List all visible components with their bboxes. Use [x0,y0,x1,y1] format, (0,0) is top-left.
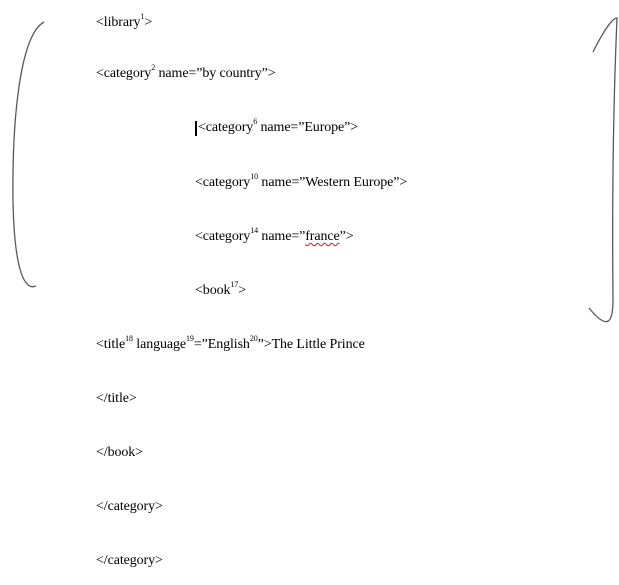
xml-line-category-close-2: </category> [96,552,163,570]
tag-text: <library [96,15,141,30]
tag-text: </category> [96,553,163,568]
tag-text: <category [195,229,251,244]
document-page: <library1> <category2 name=”by country”>… [0,0,619,585]
xml-line-category-close-1: </category> [96,498,163,516]
tag-end: ”> [339,229,354,244]
tag-text: <category [198,120,254,135]
tag-rest: name=”Europe”> [257,120,359,135]
tag-text: <title [96,337,126,352]
footnote-marker: 20 [249,334,258,344]
footnote-marker: 18 [125,334,133,344]
tag-text: </category> [96,499,163,514]
tag-rest: ”>The Little Prince [257,337,365,352]
footnote-marker: 19 [186,334,194,344]
tag-rest: =”English [193,337,250,352]
xml-line-library-open: <library1> [96,12,153,32]
tag-text: <book [195,283,231,298]
tag-text: <category [96,66,152,81]
tag-text: <category [195,175,251,190]
tag-rest: language [132,337,187,352]
footnote-marker: 17 [230,280,239,290]
xml-line-category-country: <category2 name=”by country”> [96,63,276,83]
tag-rest: name=”Western Europe”> [258,175,408,190]
left-brace-shape [12,21,45,288]
misspelled-word: france [305,229,340,244]
xml-line-book-open: <book17> [195,280,247,300]
footnote-marker: 10 [250,172,259,182]
xml-line-title-close: </title> [96,390,137,408]
footnote-marker: 14 [250,226,259,236]
tag-rest: > [144,15,153,30]
tag-rest: name=”by country”> [155,66,276,81]
tag-rest: name=” [258,229,306,244]
xml-line-category-france: <category14 name=”france”> [195,226,354,246]
tag-text: </book> [96,445,143,460]
xml-line-title: <title18 language19=”English20”>The Litt… [96,334,365,354]
xml-line-category-europe: <category6 name=”Europe”> [198,117,359,137]
footnote-marker: 2 [151,63,156,73]
footnote-marker: 6 [253,117,258,127]
footnote-marker: 1 [140,12,145,22]
xml-line-book-close: </book> [96,444,143,462]
right-brace-shape [588,17,618,323]
tag-rest: > [238,283,247,298]
text-cursor [195,121,197,136]
xml-line-category-western-europe: <category10 name=”Western Europe”> [195,172,408,192]
tag-text: </title> [96,391,137,406]
